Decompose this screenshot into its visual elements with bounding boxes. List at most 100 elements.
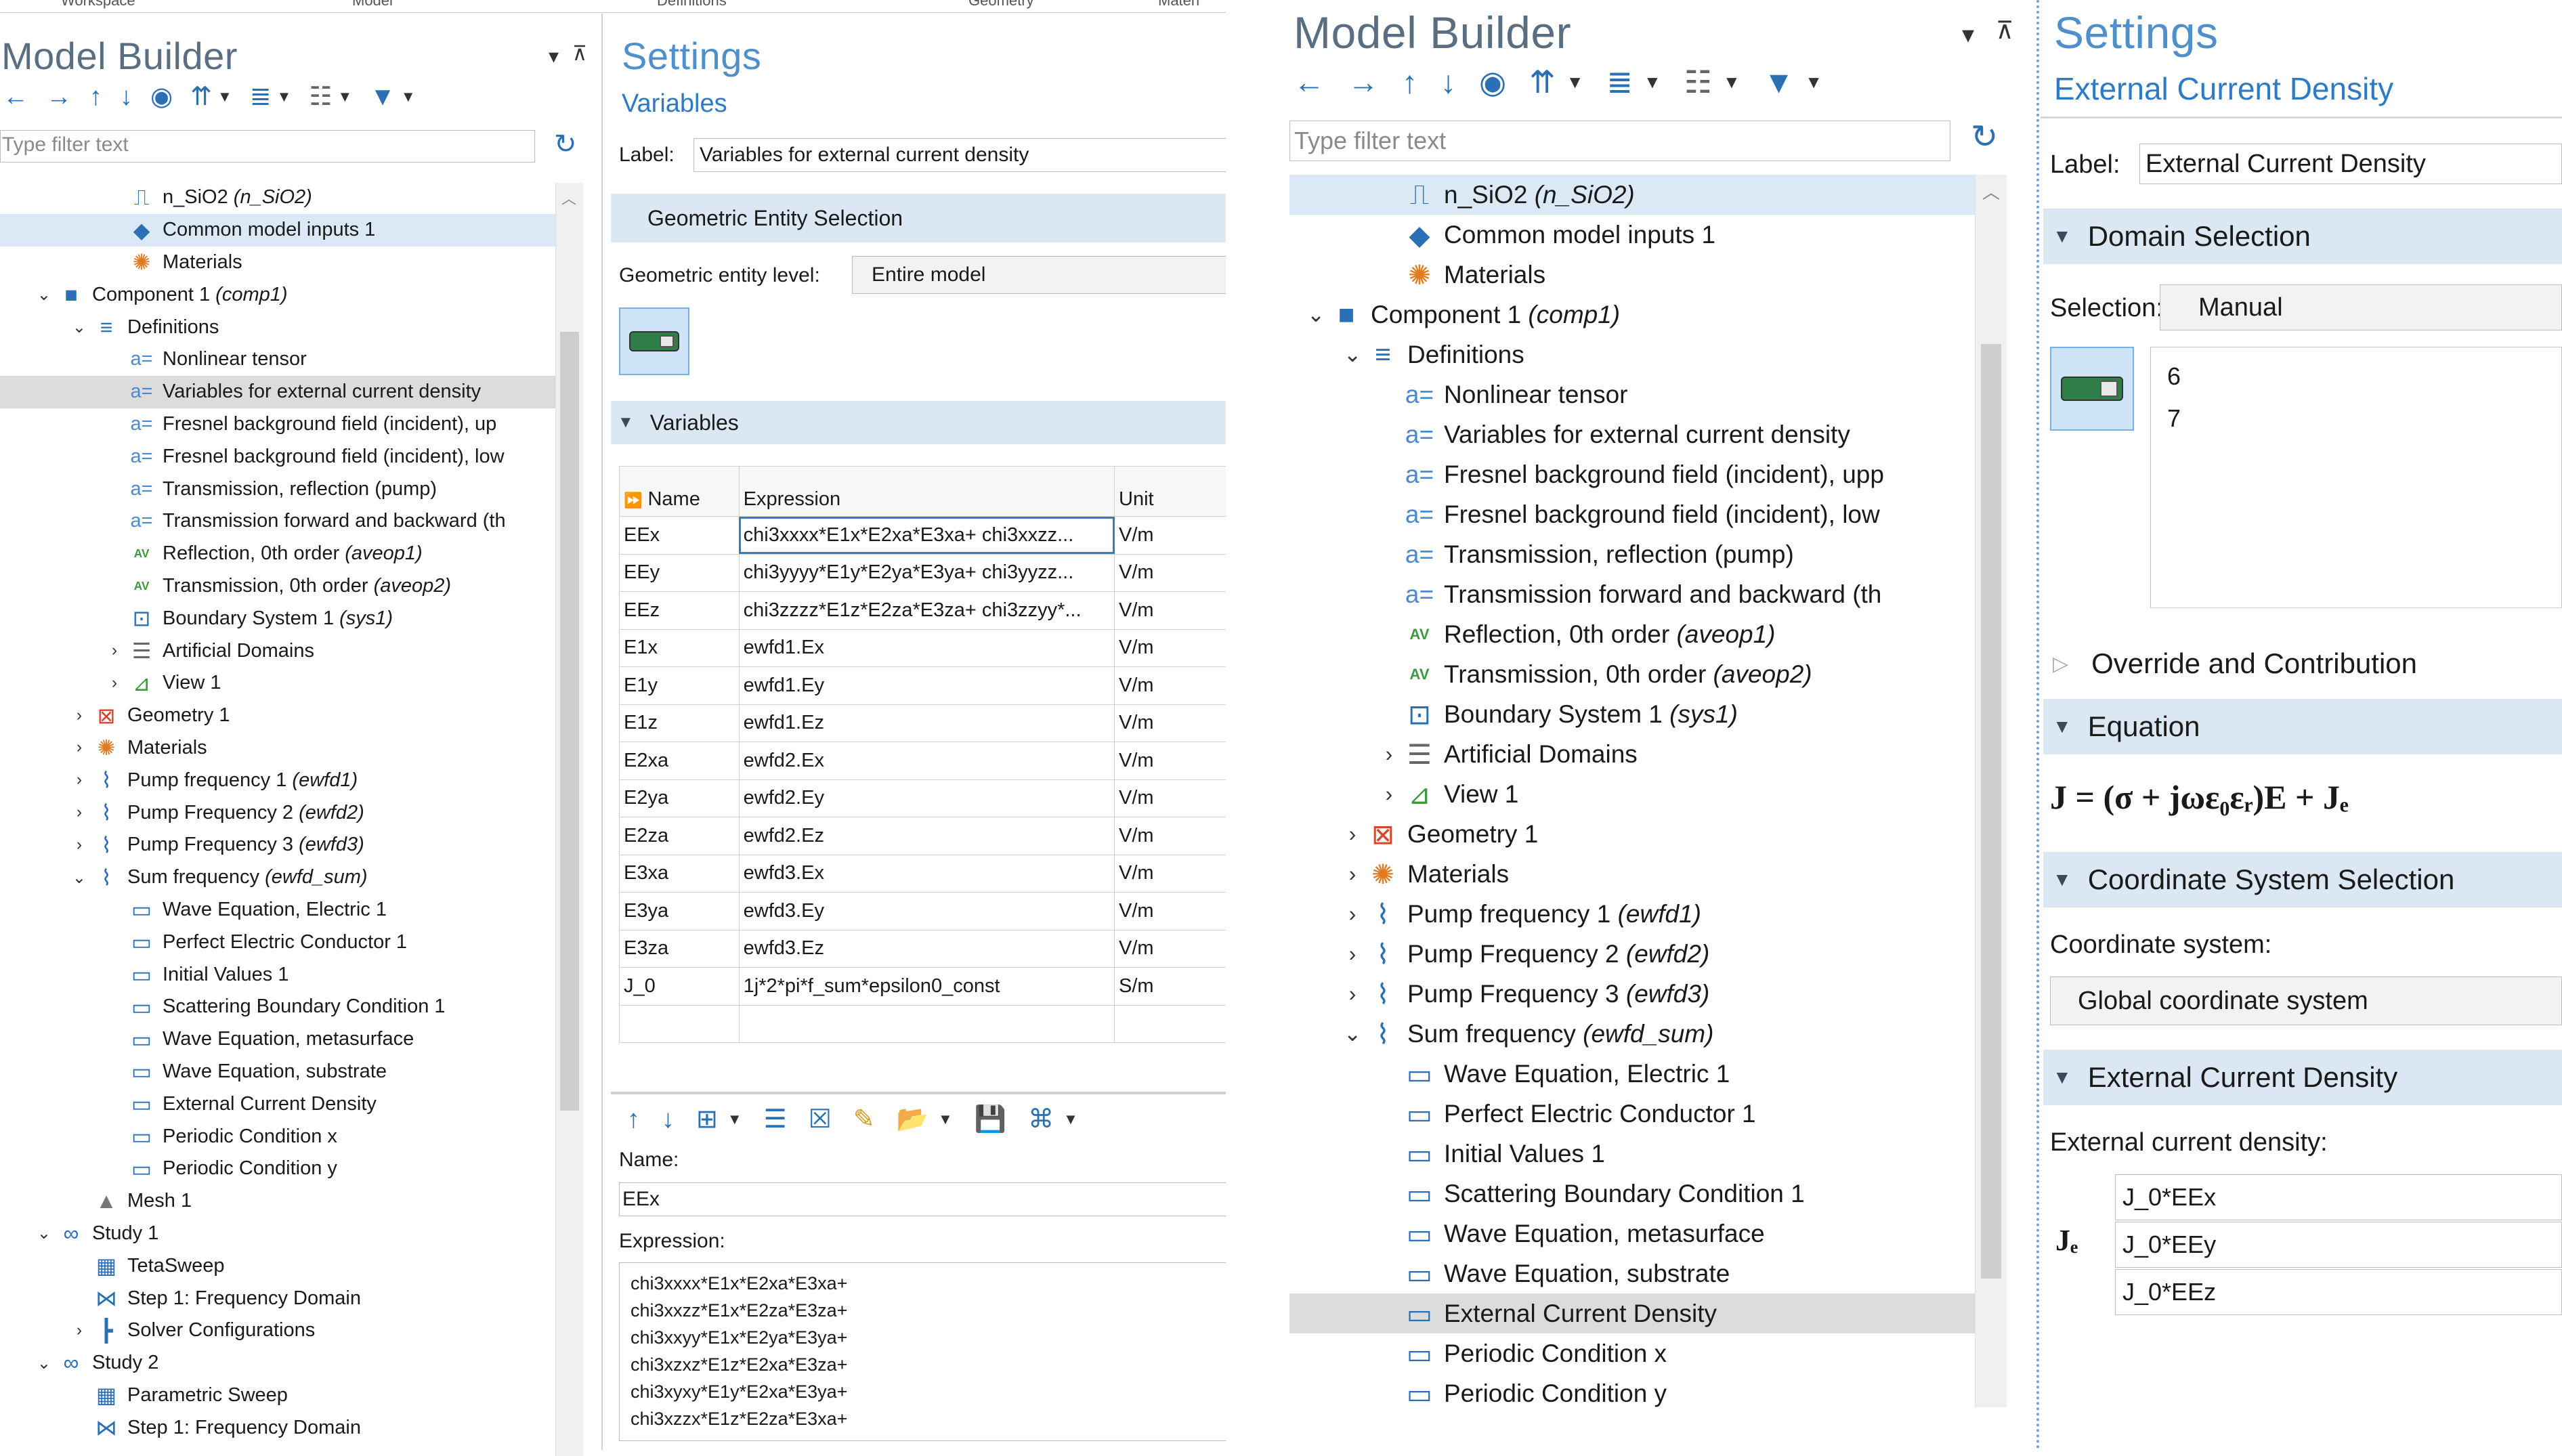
tree-item[interactable]: ▦ TetaSweep bbox=[0, 1249, 555, 1282]
chevron-down-icon[interactable]: ▼ bbox=[338, 89, 353, 104]
variable-expression-cell[interactable]: ewfd1.Ey bbox=[738, 666, 1115, 705]
variable-expression-cell[interactable]: ewfd2.Ey bbox=[738, 779, 1115, 817]
tree-item[interactable]: ▭ Wave Equation, metasurface bbox=[0, 1023, 555, 1056]
tree-item[interactable]: ⌄ ∞ Study 2 bbox=[0, 1347, 555, 1379]
selection-list-item[interactable]: 7 bbox=[2167, 398, 2545, 440]
geometric-entity-level-select[interactable]: Entire model bbox=[852, 256, 1227, 294]
domain-selection-section[interactable]: ▼ Domain Selection bbox=[2043, 209, 2562, 264]
chevron-down-icon[interactable]: ⌄ bbox=[68, 317, 91, 337]
move-up-icon[interactable]: ↑ bbox=[89, 84, 102, 110]
tree-item[interactable]: a= Fresnel background field (incident), l… bbox=[1289, 494, 1975, 534]
chevron-down-icon[interactable]: ▼ bbox=[938, 1112, 953, 1127]
chevron-right-icon[interactable]: › bbox=[68, 738, 91, 757]
show-icon[interactable]: ◉ bbox=[1479, 66, 1506, 98]
import-icon[interactable]: ⌘ bbox=[1028, 1107, 1054, 1132]
move-down-icon[interactable]: ↓ bbox=[662, 1107, 675, 1132]
tree-item[interactable]: › ⌇ Pump frequency 1 (ewfd1) bbox=[0, 764, 555, 796]
list-view-icon[interactable]: ☷ bbox=[309, 84, 332, 110]
selection-list[interactable]: 6 7 bbox=[2150, 347, 2562, 608]
chevron-right-icon[interactable]: › bbox=[1378, 742, 1401, 767]
ribbon-tab[interactable]: Workspace bbox=[61, 0, 135, 9]
table-row[interactable]: E1y ewfd1.Ey V/m bbox=[619, 666, 1229, 705]
tree-item[interactable]: a= Transmission forward and backward (th bbox=[1289, 574, 1975, 614]
column-header-expression[interactable]: Expression bbox=[738, 466, 1115, 517]
tree-item[interactable]: ⋈ Step 1: Frequency Domain bbox=[0, 1282, 555, 1314]
chevron-right-icon[interactable]: › bbox=[1341, 942, 1364, 966]
variable-expression-cell[interactable]: ewfd3.Ex bbox=[738, 854, 1115, 893]
tree-filter-input[interactable]: Type filter text bbox=[1289, 121, 1950, 161]
chevron-right-icon[interactable]: › bbox=[68, 836, 91, 855]
chevron-right-icon[interactable]: › bbox=[1341, 822, 1364, 847]
tree-item[interactable]: › ⌇ Pump frequency 1 (ewfd1) bbox=[1289, 894, 1975, 934]
tree-item[interactable]: ⌄ ⌇ Sum frequency (ewfd_sum) bbox=[0, 861, 555, 894]
variable-unit-cell[interactable]: V/m bbox=[1114, 929, 1229, 968]
tree-item[interactable]: ⌄ ≡ Definitions bbox=[1289, 335, 1975, 374]
variable-name-cell[interactable]: E2za bbox=[619, 817, 740, 855]
refresh-icon[interactable]: ↻ bbox=[1971, 118, 1998, 156]
tree-item[interactable]: › ⌇ Pump Frequency 3 (ewfd3) bbox=[0, 829, 555, 861]
show-icon[interactable]: ◉ bbox=[150, 84, 173, 110]
variable-expression-cell[interactable] bbox=[738, 1004, 1115, 1043]
tree-item[interactable]: ⋈ Step 1: Frequency Domain bbox=[0, 1411, 555, 1444]
ribbon-tab[interactable]: Geometry bbox=[968, 0, 1034, 9]
chevron-down-icon[interactable]: ⌄ bbox=[1341, 343, 1364, 367]
tree-item[interactable]: ▲ Mesh 1 bbox=[0, 1185, 555, 1218]
tree-item[interactable]: ▭ Periodic Condition x bbox=[1289, 1333, 1975, 1373]
chevron-right-icon[interactable]: › bbox=[103, 674, 126, 693]
column-header-unit[interactable]: Unit bbox=[1114, 466, 1229, 517]
tree-item[interactable]: AV Transmission, 0th order (aveop2) bbox=[0, 570, 555, 603]
tree-item[interactable]: ⎍ n_SiO2 (n_SiO2) bbox=[0, 181, 555, 214]
table-row[interactable] bbox=[619, 1004, 1229, 1043]
coordinate-system-select[interactable]: Global coordinate system bbox=[2050, 977, 2562, 1025]
tree-item[interactable]: ⌄ ■ Component 1 (comp1) bbox=[1289, 295, 1975, 335]
scroll-up-icon[interactable]: ︿ bbox=[1982, 179, 2000, 204]
tree-item[interactable]: › ⊠ Geometry 1 bbox=[0, 700, 555, 732]
table-row[interactable]: E3za ewfd3.Ez V/m bbox=[619, 929, 1229, 968]
variable-unit-cell[interactable]: V/m bbox=[1114, 628, 1229, 667]
table-row[interactable]: E1z ewfd1.Ez V/m bbox=[619, 704, 1229, 742]
chevron-down-icon[interactable]: ⌄ bbox=[33, 1353, 56, 1373]
variable-unit-cell[interactable] bbox=[1114, 1004, 1229, 1043]
scroll-up-icon[interactable]: ︿ bbox=[561, 187, 576, 209]
tree-item[interactable]: ▭ External Current Density bbox=[1289, 1293, 1975, 1333]
variable-unit-cell[interactable]: V/m bbox=[1114, 817, 1229, 855]
expand-sections-icon[interactable]: ⇈ bbox=[1529, 66, 1556, 98]
variable-expression-cell[interactable]: 1j*2*pi*f_sum*epsilon0_const bbox=[738, 967, 1115, 1006]
chevron-right-icon[interactable]: › bbox=[68, 706, 91, 725]
chevron-down-icon[interactable]: ⌄ bbox=[33, 1223, 56, 1243]
tree-item[interactable]: a= Variables for external current density bbox=[1289, 414, 1975, 454]
tree-item[interactable]: › ☰ Artificial Domains bbox=[1289, 734, 1975, 774]
variable-name-cell[interactable]: E1y bbox=[619, 666, 740, 705]
tree-item[interactable]: ▭ Periodic Condition y bbox=[0, 1153, 555, 1185]
move-up-icon[interactable]: ↑ bbox=[627, 1107, 640, 1132]
expression-textarea[interactable]: chi3xxxx*E1x*E2xa*E3xa+ chi3xxzz*E1x*E2za… bbox=[619, 1262, 1227, 1441]
tree-item[interactable]: › ⌇ Pump Frequency 3 (ewfd3) bbox=[1289, 974, 1975, 1014]
table-row[interactable]: J_0 1j*2*pi*f_sum*epsilon0_const S/m bbox=[619, 967, 1229, 1006]
refresh-icon[interactable]: ↻ bbox=[554, 129, 577, 160]
chevron-down-icon[interactable]: ▼ bbox=[1644, 73, 1661, 91]
tree-item[interactable]: › ☰ Artificial Domains bbox=[0, 635, 555, 667]
chevron-down-icon[interactable]: ▼ bbox=[1723, 73, 1741, 91]
tree-item[interactable]: ⌄ ⌇ Sum frequency (ewfd_sum) bbox=[1289, 1014, 1975, 1054]
tree-item[interactable]: › ⌇ Pump Frequency 2 (ewfd2) bbox=[1289, 934, 1975, 974]
variable-expression-cell[interactable]: ewfd2.Ex bbox=[738, 742, 1115, 780]
je-y-field[interactable]: J_0*EEy bbox=[2115, 1222, 2562, 1268]
tree-item[interactable]: AV Reflection, 0th order (aveop1) bbox=[1289, 614, 1975, 654]
equation-section[interactable]: ▼ Equation bbox=[2043, 699, 2562, 754]
selection-list-item[interactable]: 6 bbox=[2167, 356, 2545, 398]
variable-expression-cell[interactable]: chi3xxxx*E1x*E2xa*E3xa+ chi3xxzz... bbox=[738, 516, 1115, 555]
variable-unit-cell[interactable]: V/m bbox=[1114, 892, 1229, 930]
ribbon-tab[interactable]: Definitions bbox=[657, 0, 727, 9]
tree-item[interactable]: ▭ External Current Density bbox=[0, 1088, 555, 1120]
variable-unit-cell[interactable]: V/m bbox=[1114, 704, 1229, 742]
tree-item[interactable]: a= Fresnel background field (incident), u… bbox=[0, 408, 555, 441]
variable-name-cell[interactable]: E2xa bbox=[619, 742, 740, 780]
tree-item[interactable]: ✺ Materials bbox=[0, 247, 555, 279]
tree-item[interactable]: a= Variables for external current density bbox=[0, 375, 555, 408]
pin-icon[interactable]: ⊼ bbox=[572, 42, 587, 66]
variable-expression-cell[interactable]: ewfd3.Ez bbox=[738, 929, 1115, 968]
tree-item[interactable]: ⊡ Boundary System 1 (sys1) bbox=[1289, 694, 1975, 734]
tree-item[interactable]: a= Fresnel background field (incident), l… bbox=[0, 440, 555, 473]
clear-table-icon[interactable]: ☰ bbox=[764, 1107, 787, 1132]
je-z-field[interactable]: J_0*EEz bbox=[2115, 1269, 2562, 1315]
